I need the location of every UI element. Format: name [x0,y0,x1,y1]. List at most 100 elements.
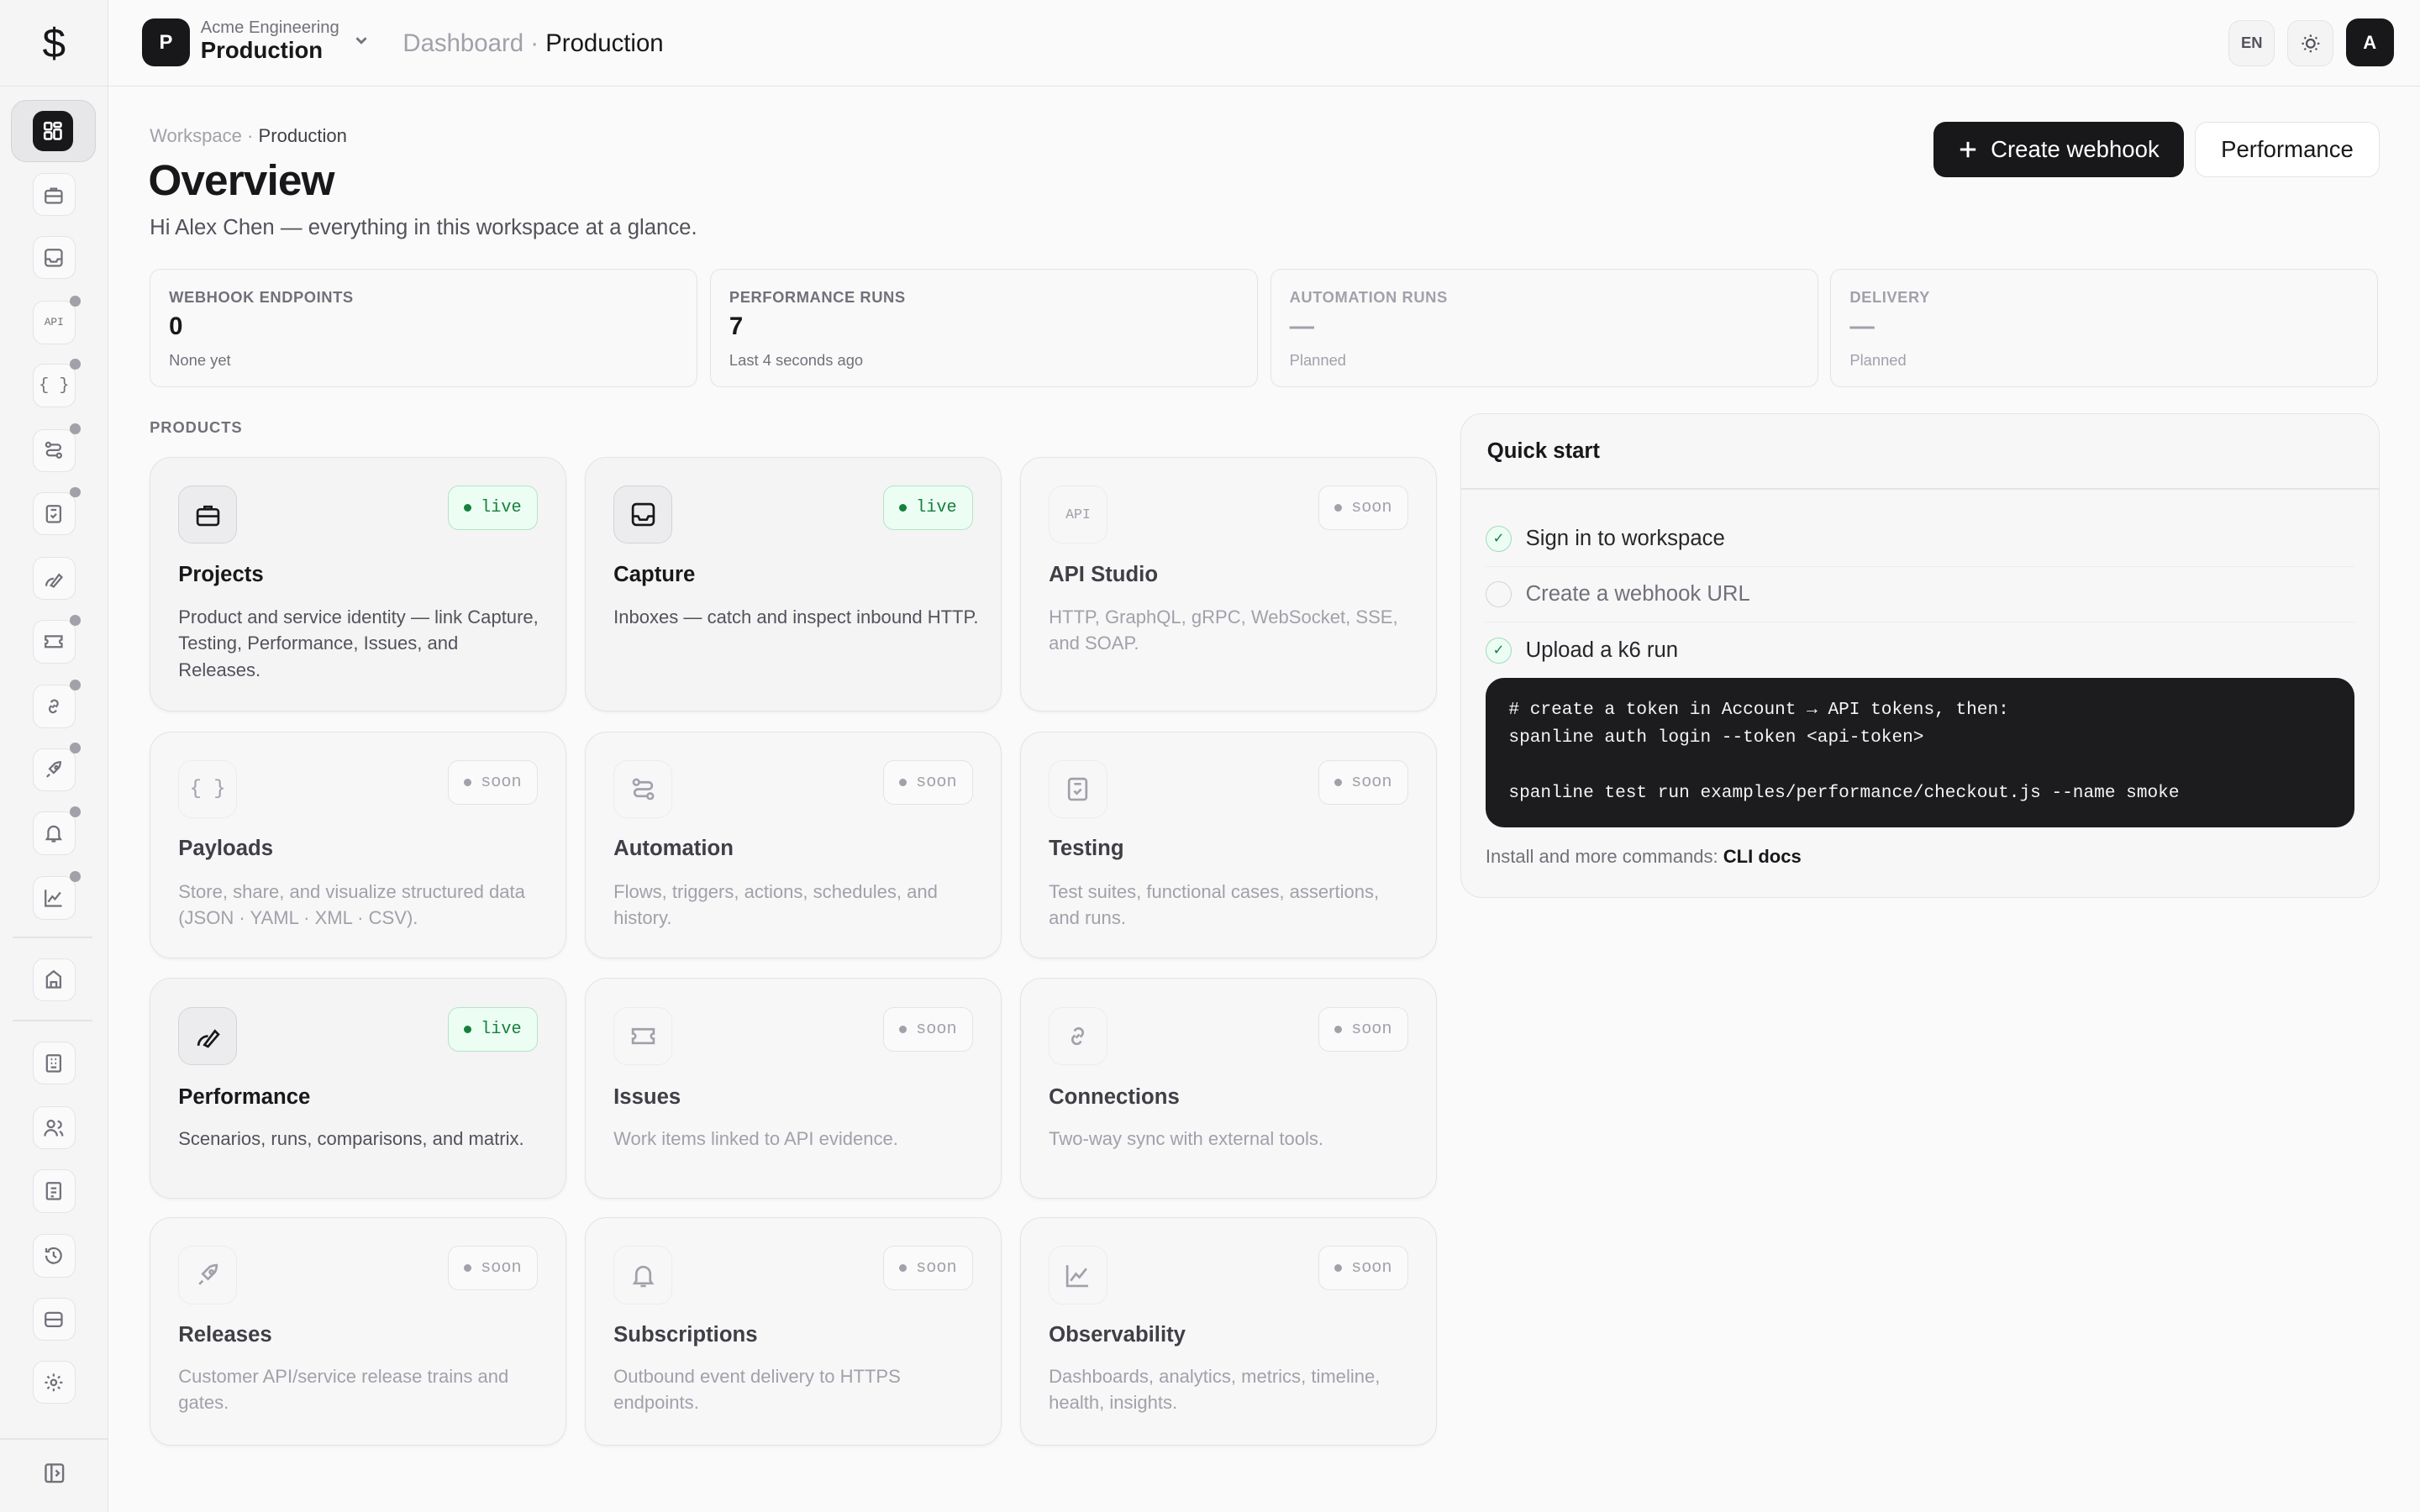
sidebar-item-performance[interactable] [32,557,76,601]
products-heading: PRODUCTS [150,417,243,436]
quick-start-step[interactable]: Create a webhook URL [1485,567,2354,623]
cli-code-block[interactable]: # create a token in Account → API tokens… [1485,678,2354,828]
product-description: Product and service identity — link Capt… [178,606,539,680]
sidebar-item-settings[interactable] [32,1360,76,1404]
product-title: Capture [613,562,696,586]
sidebar-item-reports[interactable] [32,1169,76,1213]
workflow-icon [43,439,65,461]
workspace-avatar[interactable]: P [141,18,190,66]
product-card-connections[interactable]: soon Connections Two-way sync with exter… [1020,978,1437,1200]
breadcrumb-current: Production [258,124,347,146]
link-icon [43,696,65,717]
product-description: Store, share, and visualize structured d… [178,881,525,929]
status-dot [1334,778,1343,786]
sidebar-item-workspace[interactable] [32,958,76,1001]
storage-icon [43,1309,65,1331]
status-badge: live [447,485,538,530]
create-webhook-button[interactable]: Create webhook [1933,122,2184,178]
product-description: Customer API/service release trains and … [178,1365,509,1413]
chevron-down-icon[interactable] [352,31,371,50]
product-card-api-studio[interactable]: API soon API Studio HTTP, GraphQL, gRPC,… [1020,456,1437,711]
product-card-testing[interactable]: soon Testing Test suites, functional cas… [1020,731,1437,958]
rocket-icon [43,759,65,781]
sidebar-item-projects[interactable] [32,172,76,217]
product-card-releases[interactable]: soon Releases Customer API/service relea… [150,1217,567,1446]
status-text: soon [916,1019,957,1039]
braces-icon: { } [39,375,70,396]
quick-start-step[interactable]: ✓ Sign in to workspace [1485,512,2354,568]
product-title: Automation [613,837,734,861]
status-text: live [916,497,957,517]
sidebar-toggle-button[interactable] [33,1452,76,1494]
status-dot [70,295,82,307]
product-title: Releases [178,1323,272,1347]
rocket-icon [178,1246,237,1305]
product-description: Work items linked to API evidence. [613,1127,898,1149]
product-title: Performance [178,1085,311,1110]
gauge-icon [43,568,65,590]
sidebar-item-observability[interactable] [32,870,82,920]
product-card-performance[interactable]: live Performance Scenarios, runs, compar… [150,978,567,1200]
product-card-projects[interactable]: live Projects Product and service identi… [150,456,567,711]
status-dot [463,1025,472,1033]
sidebar-item-automation[interactable] [32,423,82,473]
user-avatar[interactable]: A [2345,18,2394,66]
crumb-dashboard[interactable]: Dashboard [402,29,523,57]
sidebar-item-storage[interactable] [32,1297,76,1341]
status-dot [70,806,82,817]
bell-icon [613,1246,672,1305]
code-line: spanline test run examples/performance/c… [1508,783,2180,804]
status-dot [70,680,82,690]
product-description: Two-way sync with external tools. [1049,1127,1324,1149]
sidebar-item-history[interactable] [32,1234,76,1278]
sidebar-item-api-studio[interactable]: API [32,295,82,344]
performance-button[interactable]: Performance [2194,122,2381,178]
product-card-capture[interactable]: live Capture Inboxes — catch and inspect… [585,456,1002,711]
sidebar-item-dashboard[interactable] [10,100,96,162]
theme-toggle-button[interactable] [2286,19,2334,66]
sidebar-item-subscriptions[interactable] [32,806,82,855]
status-badge: soon [1318,1006,1408,1052]
status-text: soon [1351,1258,1392,1278]
status-badge: soon [882,759,973,805]
sidebar-item-members[interactable] [32,1105,76,1150]
org-name[interactable]: Acme Engineering [201,18,339,38]
sidebar-item-organization[interactable] [32,1041,76,1085]
topbar: P Acme Engineering Production Dashboard … [108,0,2420,87]
sidebar-item-issues[interactable] [32,615,82,664]
product-card-payloads[interactable]: { } soon Payloads Store, share, and visu… [150,731,567,958]
quick-start-step[interactable]: ✓ Upload a k6 run [1485,622,2354,678]
status-dot [70,743,82,754]
api-icon: API [1049,485,1107,544]
sidebar-item-capture[interactable] [32,236,76,280]
language-button[interactable]: EN [2228,19,2275,66]
sidebar-item-testing[interactable] [32,486,82,536]
product-title: API Studio [1049,562,1159,586]
cli-docs-link[interactable]: CLI docs [1723,846,1802,867]
sidebar-item-connections[interactable] [32,680,82,728]
product-title: Subscriptions [613,1323,758,1347]
stat-automation-runs: AUTOMATION RUNS — Planned [1270,268,1818,387]
page-title: Overview [148,155,334,204]
stat-value: 7 [729,312,744,340]
footer-text: Install and more commands: [1485,846,1723,868]
history-icon [43,1245,65,1267]
product-card-automation[interactable]: soon Automation Flows, triggers, actions… [585,731,1002,958]
breadcrumb-workspace[interactable]: Workspace [150,125,242,146]
sidebar-item-releases[interactable] [32,743,82,792]
stat-value: 0 [169,312,183,340]
product-card-subscriptions[interactable]: soon Subscriptions Outbound event delive… [585,1217,1002,1446]
sidebar: $ API { } [0,0,108,1512]
status-dot [70,486,82,498]
check-icon: ✓ [1485,637,1512,664]
logo[interactable]: $ [33,22,76,65]
status-badge: soon [447,1246,538,1291]
product-card-issues[interactable]: soon Issues Work items linked to API evi… [585,978,1002,1200]
sidebar-item-payloads[interactable]: { } [32,359,82,407]
gauge-icon [178,1006,237,1066]
status-dot [1334,503,1343,512]
ticket-icon [613,1006,672,1066]
product-card-observability[interactable]: soon Observability Dashboards, analytics… [1020,1217,1437,1446]
inbox-icon [613,485,672,544]
workspace-name[interactable]: Production [201,37,323,64]
